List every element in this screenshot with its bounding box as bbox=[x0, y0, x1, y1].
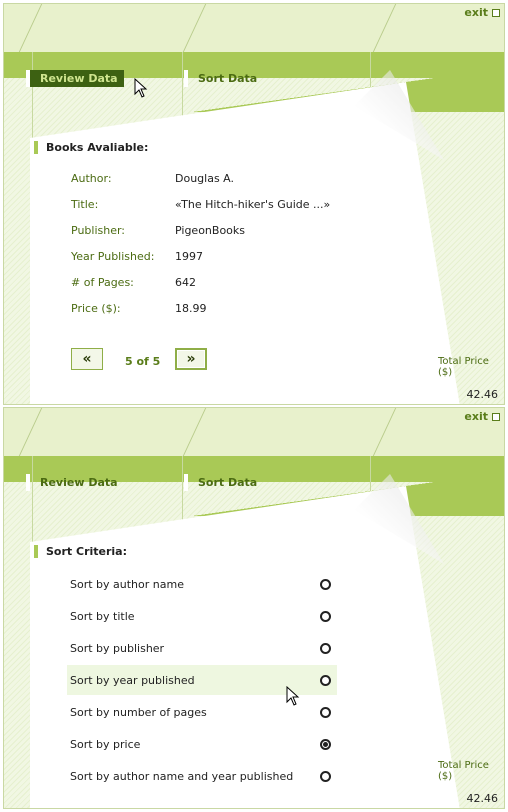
field-title: Title: «The Hitch-hiker's Guide ...» bbox=[71, 198, 391, 212]
exit-icon bbox=[492, 8, 500, 17]
field-value: 642 bbox=[175, 276, 196, 289]
sort-option-label: Sort by title bbox=[70, 609, 135, 623]
field-value: «The Hitch-hiker's Guide ...» bbox=[175, 198, 331, 211]
field-value: Douglas A. bbox=[175, 172, 235, 185]
sort-option-label: Sort by publisher bbox=[70, 641, 165, 655]
total-price-value: 42.46 bbox=[466, 792, 499, 805]
field-label: Year Published: bbox=[71, 250, 155, 263]
sort-option-price[interactable]: Sort by price bbox=[67, 729, 337, 759]
tab-sort-data[interactable]: Sort Data bbox=[184, 70, 263, 87]
mouse-cursor-icon bbox=[286, 686, 300, 706]
sort-option-label: Sort by author name bbox=[70, 577, 184, 591]
radio-button[interactable] bbox=[320, 610, 331, 622]
exit-icon bbox=[492, 412, 500, 421]
field-pages: # of Pages: 642 bbox=[71, 276, 391, 290]
radio-button[interactable] bbox=[320, 578, 331, 590]
total-price-label: Total Price ($) bbox=[438, 760, 489, 782]
field-label: Title: bbox=[71, 198, 99, 211]
field-value: PigeonBooks bbox=[175, 224, 246, 237]
previous-button[interactable]: « bbox=[71, 348, 103, 370]
tab-review-data[interactable]: Review Data bbox=[26, 70, 124, 87]
total-price-value: 42.46 bbox=[466, 388, 499, 401]
exit-label: exit bbox=[464, 6, 488, 19]
field-year: Year Published: 1997 bbox=[71, 250, 391, 264]
field-value: 1997 bbox=[175, 250, 203, 263]
radio-button[interactable] bbox=[320, 706, 331, 718]
radio-button[interactable] bbox=[320, 674, 331, 686]
field-label: Author: bbox=[71, 172, 112, 185]
sort-option-label: Sort by year published bbox=[70, 673, 195, 687]
exit-label: exit bbox=[464, 410, 488, 423]
review-data-screen: exit Review Data Sort Data Books Avaliab… bbox=[3, 3, 505, 405]
field-label: Price ($): bbox=[71, 302, 121, 315]
next-button[interactable]: » bbox=[175, 348, 207, 370]
tab-sort-data[interactable]: Sort Data bbox=[184, 474, 263, 491]
tab-review-data[interactable]: Review Data bbox=[26, 474, 124, 491]
field-price: Price ($): 18.99 bbox=[71, 302, 391, 316]
sort-option-label: Sort by price bbox=[70, 737, 141, 751]
page-indicator: 5 of 5 bbox=[125, 355, 161, 368]
sort-data-screen: exit Review Data Sort Data Sort Criteria… bbox=[3, 407, 505, 809]
radio-button[interactable] bbox=[320, 770, 331, 782]
field-author: Author: Douglas A. bbox=[71, 172, 391, 186]
field-label: Publisher: bbox=[71, 224, 126, 237]
radio-button-selected[interactable] bbox=[320, 738, 331, 750]
exit-link[interactable]: exit bbox=[464, 6, 500, 19]
mouse-cursor-icon bbox=[134, 78, 148, 98]
section-title: Sort Criteria: bbox=[34, 545, 127, 558]
field-value: 18.99 bbox=[175, 302, 207, 315]
sort-option-author-year[interactable]: Sort by author name and year published bbox=[67, 761, 337, 791]
total-price-label: Total Price ($) bbox=[438, 356, 489, 378]
section-title: Books Avaliable: bbox=[34, 141, 148, 154]
sort-option-author[interactable]: Sort by author name bbox=[67, 569, 337, 599]
sort-option-label: Sort by number of pages bbox=[70, 705, 207, 719]
radio-button[interactable] bbox=[320, 642, 331, 654]
field-publisher: Publisher: PigeonBooks bbox=[71, 224, 391, 238]
sort-option-title[interactable]: Sort by title bbox=[67, 601, 337, 631]
sort-option-label: Sort by author name and year published bbox=[70, 769, 294, 783]
header-strip bbox=[4, 4, 504, 52]
exit-link[interactable]: exit bbox=[464, 410, 500, 423]
sort-option-publisher[interactable]: Sort by publisher bbox=[67, 633, 337, 663]
field-label: # of Pages: bbox=[71, 276, 134, 289]
header-strip bbox=[4, 408, 504, 456]
